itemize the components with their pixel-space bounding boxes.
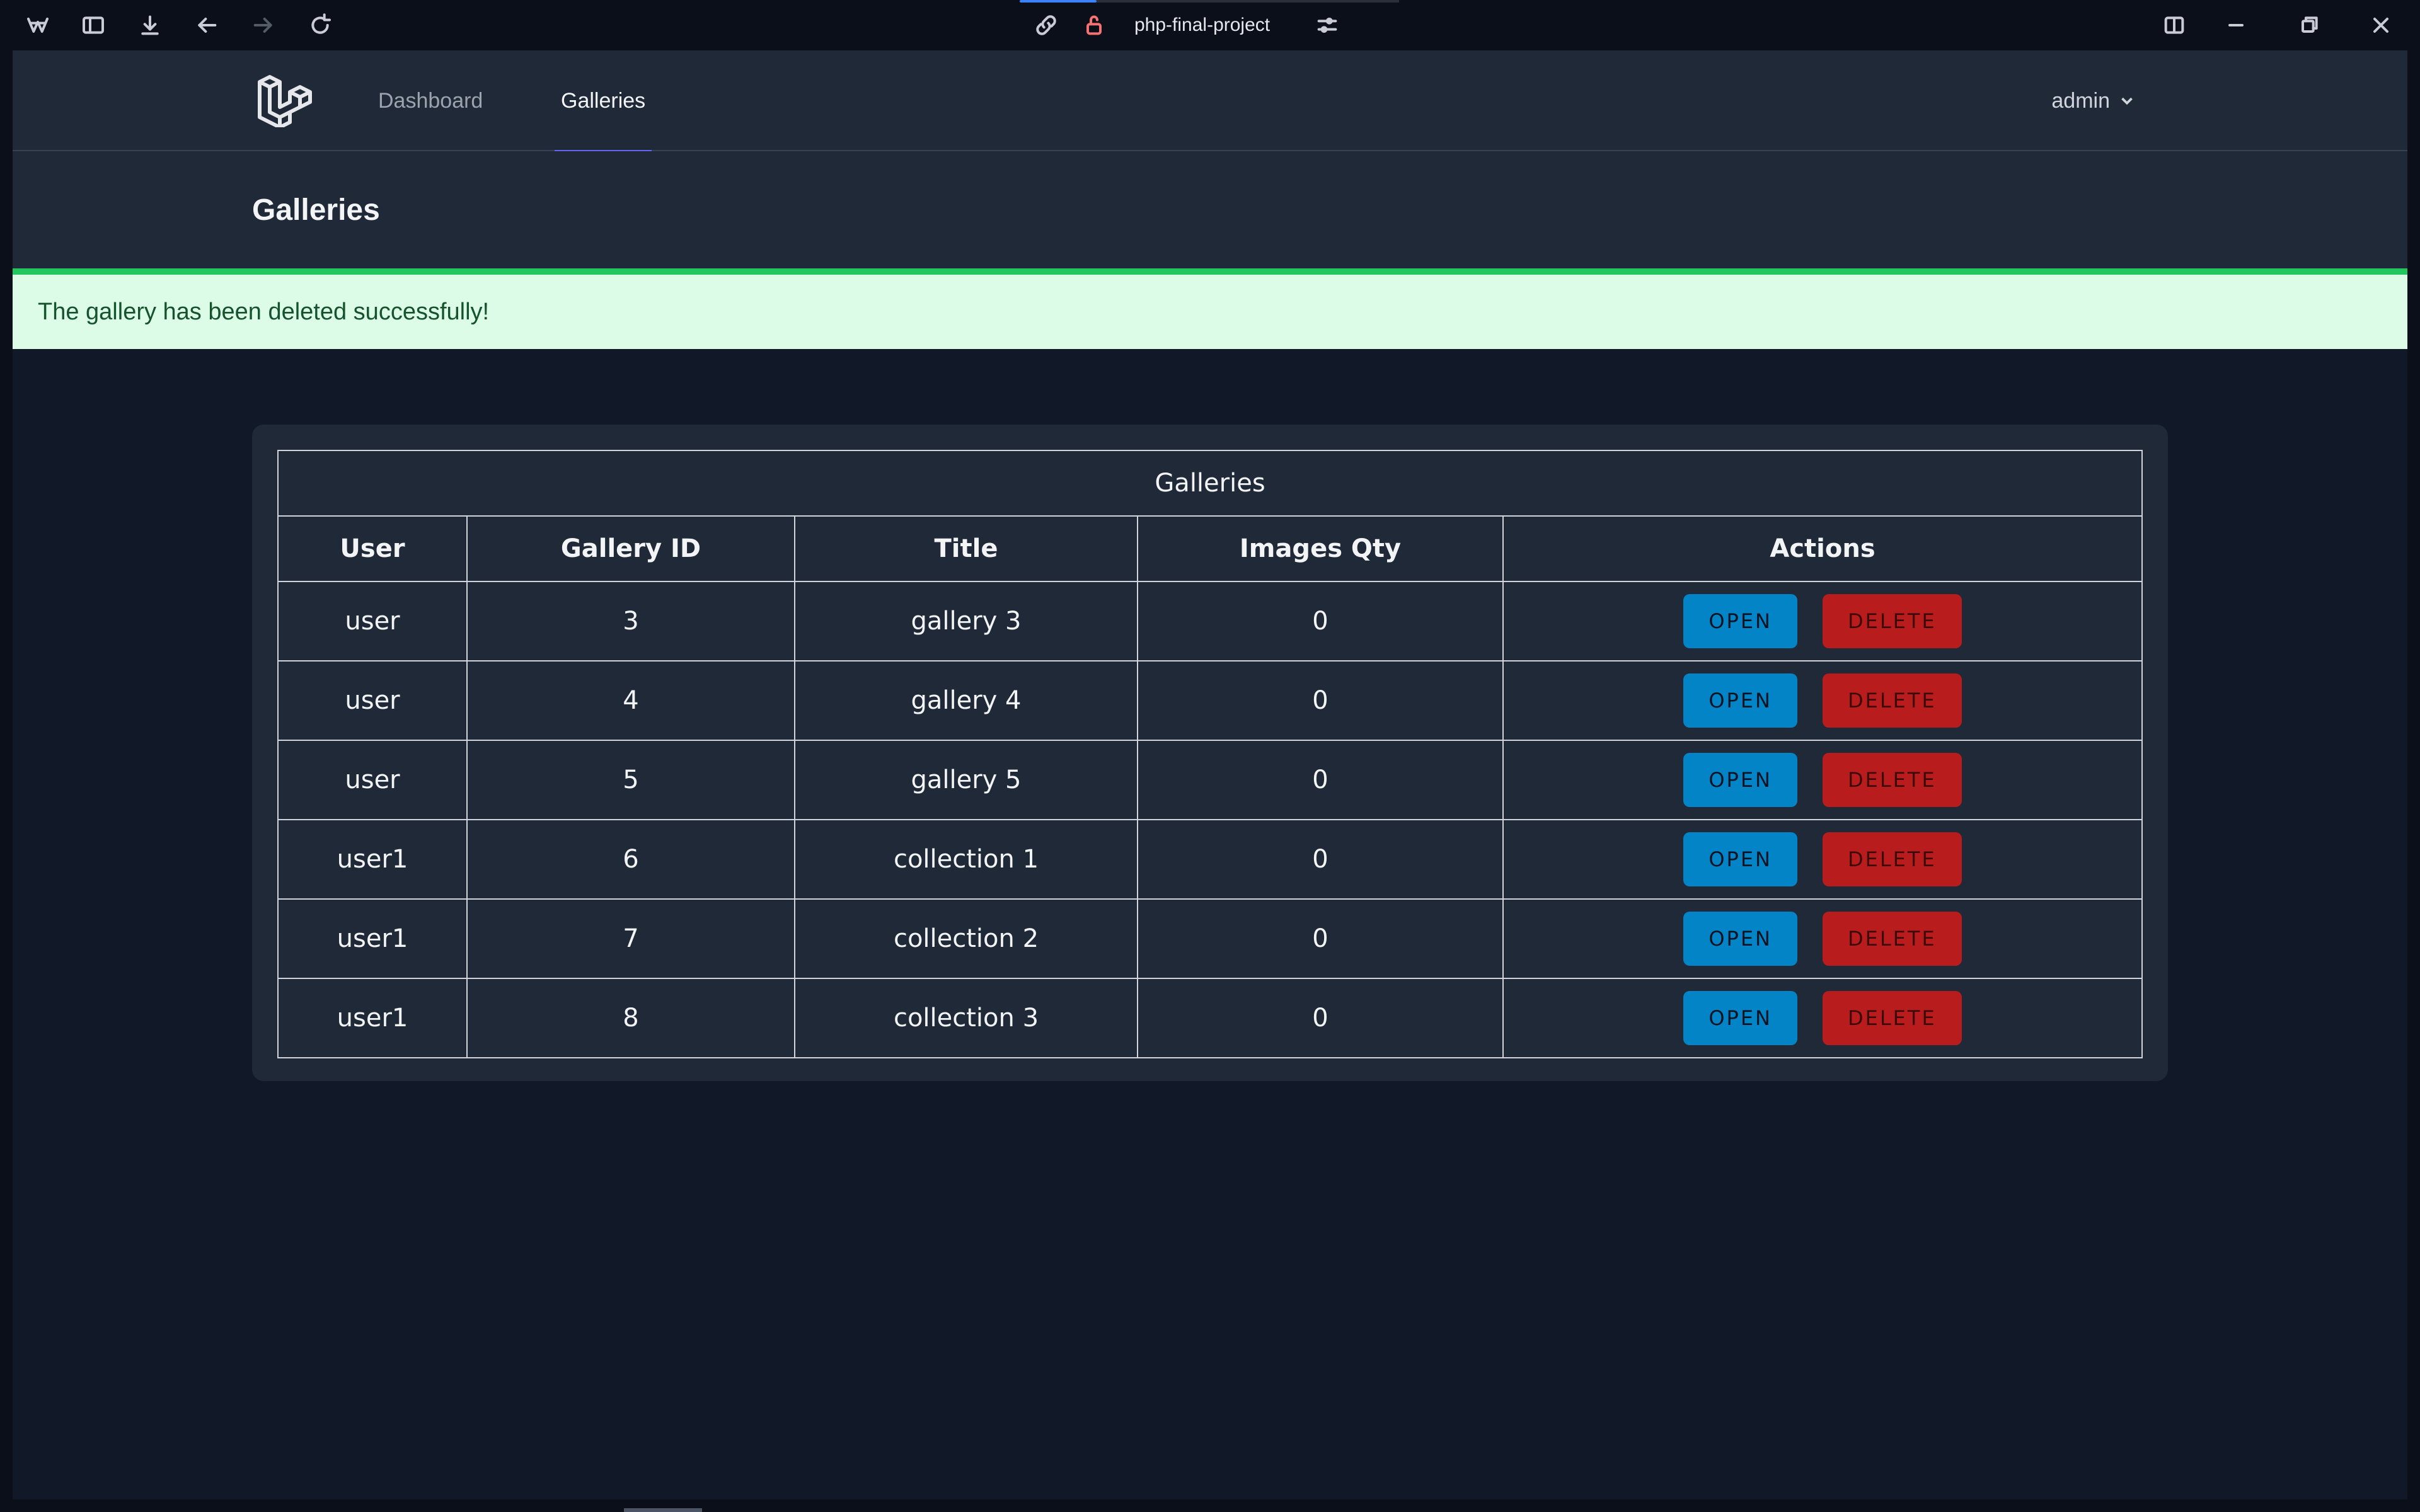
table-row: user1 6 collection 1 0 OPEN DELETE (277, 819, 2143, 900)
cell-gallery-id: 7 (466, 898, 795, 979)
cell-actions: OPEN DELETE (1502, 581, 2143, 662)
column-header-actions: Actions (1502, 515, 2143, 582)
active-tab-indicator (1020, 0, 1097, 3)
cell-title: collection 1 (794, 819, 1138, 900)
cell-gallery-id: 4 (466, 660, 795, 741)
cell-title: gallery 4 (794, 660, 1138, 741)
cell-gallery-id: 3 (466, 581, 795, 662)
sidebar-toggle-icon[interactable] (79, 11, 107, 39)
table-row: user1 8 collection 3 0 OPEN DELETE (277, 978, 2143, 1058)
table-row: user 5 gallery 5 0 OPEN DELETE (277, 740, 2143, 820)
browser-logo-icon[interactable] (24, 11, 52, 39)
lock-icon[interactable] (1080, 11, 1108, 39)
delete-button[interactable]: DELETE (1822, 991, 1962, 1045)
browser-toolbar: php-final-project (0, 0, 2420, 50)
user-menu-name[interactable]: admin (2051, 89, 2110, 113)
table-row: user 3 gallery 3 0 OPEN DELETE (277, 581, 2143, 662)
cell-actions: OPEN DELETE (1502, 819, 2143, 900)
address-text[interactable]: php-final-project (1134, 14, 1270, 36)
open-button[interactable]: OPEN (1683, 673, 1797, 728)
delete-button[interactable]: DELETE (1822, 673, 1962, 728)
cell-gallery-id: 8 (466, 978, 795, 1058)
close-icon[interactable] (2367, 11, 2395, 39)
galleries-card: Galleries User Gallery ID Title Images Q… (252, 425, 2168, 1081)
cell-title: gallery 5 (794, 740, 1138, 820)
table-row: user1 7 collection 2 0 OPEN DELETE (277, 898, 2143, 979)
cell-gallery-id: 5 (466, 740, 795, 820)
reload-icon[interactable] (306, 11, 334, 39)
app-window: Dashboard Galleries admin Galleries The … (13, 50, 2407, 1499)
column-header-user: User (277, 515, 468, 582)
open-button[interactable]: OPEN (1683, 991, 1797, 1045)
forward-icon[interactable] (250, 11, 277, 39)
back-icon[interactable] (193, 11, 221, 39)
cell-actions: OPEN DELETE (1502, 740, 2143, 820)
delete-button[interactable]: DELETE (1822, 832, 1962, 886)
page-header: Galleries (13, 151, 2407, 268)
table-caption: Galleries (277, 450, 2143, 517)
cell-actions: OPEN DELETE (1502, 978, 2143, 1058)
cell-images-qty: 0 (1137, 819, 1504, 900)
cell-images-qty: 0 (1137, 978, 1504, 1058)
success-alert: The gallery has been deleted successfull… (13, 268, 2407, 349)
cell-actions: OPEN DELETE (1502, 660, 2143, 741)
cell-user: user (277, 740, 468, 820)
cell-title: collection 3 (794, 978, 1138, 1058)
open-button[interactable]: OPEN (1683, 594, 1797, 648)
open-button[interactable]: OPEN (1683, 753, 1797, 807)
cell-title: collection 2 (794, 898, 1138, 979)
nav-link-dashboard[interactable]: Dashboard (378, 50, 483, 151)
delete-button[interactable]: DELETE (1822, 753, 1962, 807)
table-row: user 4 gallery 4 0 OPEN DELETE (277, 660, 2143, 741)
cell-user: user1 (277, 898, 468, 979)
site-settings-icon[interactable] (1313, 11, 1341, 39)
split-view-icon[interactable] (2160, 11, 2188, 39)
column-header-title: Title (794, 515, 1138, 582)
cell-images-qty: 0 (1137, 898, 1504, 979)
cell-user: user (277, 581, 468, 662)
user-menu[interactable]: admin (2051, 50, 2136, 151)
page-title: Galleries (252, 193, 380, 227)
cell-gallery-id: 6 (466, 819, 795, 900)
chevron-down-icon (2121, 97, 2133, 105)
open-button[interactable]: OPEN (1683, 912, 1797, 966)
restore-icon[interactable] (2295, 11, 2323, 39)
bottom-bar (0, 1499, 2420, 1512)
cell-images-qty: 0 (1137, 581, 1504, 662)
column-header-images-qty: Images Qty (1137, 515, 1504, 582)
column-header-gallery-id: Gallery ID (466, 515, 795, 582)
cell-actions: OPEN DELETE (1502, 898, 2143, 979)
cell-images-qty: 0 (1137, 740, 1504, 820)
nav-link-galleries[interactable]: Galleries (554, 50, 652, 152)
delete-button[interactable]: DELETE (1822, 594, 1962, 648)
tab-strip (1097, 0, 1399, 3)
scroll-indicator (624, 1508, 702, 1512)
galleries-table: Galleries User Gallery ID Title Images Q… (277, 450, 2143, 1058)
cell-user: user1 (277, 819, 468, 900)
open-button[interactable]: OPEN (1683, 832, 1797, 886)
minimize-icon[interactable] (2222, 11, 2250, 39)
cell-user: user1 (277, 978, 468, 1058)
address-bar[interactable]: php-final-project (1134, 11, 1270, 39)
top-navigation: Dashboard Galleries admin (13, 50, 2407, 152)
download-icon[interactable] (136, 11, 164, 39)
link-icon[interactable] (1032, 11, 1060, 39)
laravel-logo-icon[interactable] (255, 74, 315, 129)
cell-images-qty: 0 (1137, 660, 1504, 741)
cell-user: user (277, 660, 468, 741)
cell-title: gallery 3 (794, 581, 1138, 662)
delete-button[interactable]: DELETE (1822, 912, 1962, 966)
